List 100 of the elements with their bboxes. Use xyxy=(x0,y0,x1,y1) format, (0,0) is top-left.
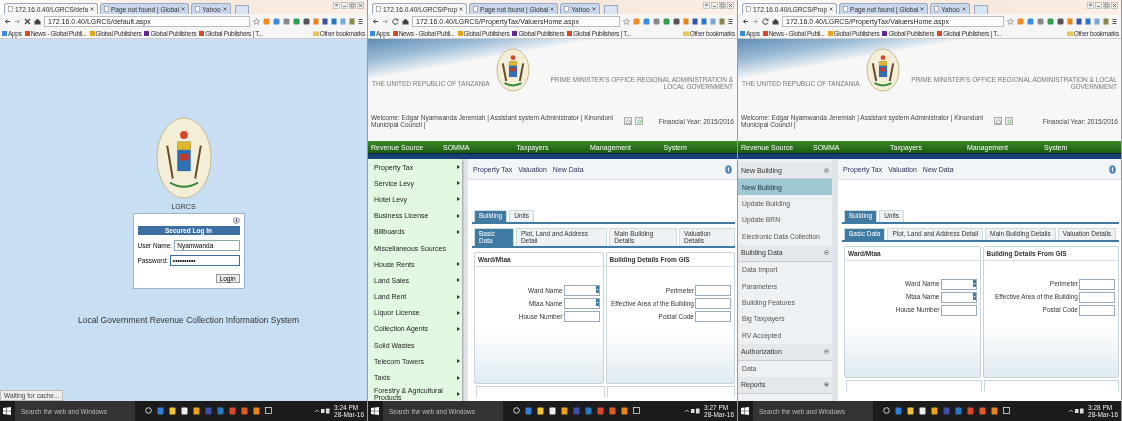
menu-icon[interactable] xyxy=(358,17,363,25)
window-icon[interactable] xyxy=(633,407,640,414)
close-icon[interactable] xyxy=(1111,2,1118,9)
bookmark-icon xyxy=(827,30,833,36)
minimize-icon[interactable] xyxy=(341,2,348,9)
bookmark-icon xyxy=(882,30,888,36)
page-icon xyxy=(934,6,940,12)
page-icon xyxy=(8,6,13,12)
close-icon[interactable] xyxy=(90,7,94,11)
reload-icon[interactable] xyxy=(392,17,399,25)
stop-icon[interactable] xyxy=(24,17,31,25)
dropdown-field[interactable] xyxy=(940,278,977,290)
help-icon[interactable] xyxy=(1109,164,1116,174)
settings-button[interactable] xyxy=(1005,117,1013,125)
close-icon[interactable] xyxy=(181,7,186,11)
minimize-icon[interactable] xyxy=(1095,2,1102,9)
close-icon[interactable] xyxy=(829,7,834,11)
back-icon[interactable] xyxy=(4,17,11,25)
tray-icon[interactable] xyxy=(1068,408,1084,414)
user-icon[interactable] xyxy=(333,2,340,9)
close-icon[interactable] xyxy=(727,2,734,9)
close-icon[interactable] xyxy=(550,7,555,11)
bookmark-icon xyxy=(937,30,943,36)
minimize-icon[interactable] xyxy=(711,2,718,9)
windows-logo-icon[interactable] xyxy=(741,407,749,415)
user-icon[interactable] xyxy=(703,2,710,9)
input-field[interactable] xyxy=(563,311,600,323)
maximize-icon[interactable] xyxy=(719,2,726,9)
home-button[interactable] xyxy=(624,117,632,125)
input-field[interactable] xyxy=(695,285,731,297)
close-icon[interactable] xyxy=(961,7,966,11)
bookmark-icon xyxy=(392,30,398,36)
expand-icon[interactable] xyxy=(824,382,829,388)
collapse-icon[interactable] xyxy=(824,349,829,354)
dropdown-field[interactable] xyxy=(563,298,600,310)
home-icon[interactable] xyxy=(34,17,41,25)
tray-icon[interactable] xyxy=(314,408,330,414)
window-icon[interactable] xyxy=(265,407,272,414)
window-icon[interactable] xyxy=(1003,407,1010,414)
close-icon[interactable] xyxy=(591,7,596,11)
help-icon[interactable] xyxy=(232,217,240,224)
dropdown-arrow-icon xyxy=(972,292,976,300)
grid-icon xyxy=(370,30,375,36)
maximize-icon[interactable] xyxy=(1103,2,1110,9)
menu-icon[interactable] xyxy=(1112,17,1117,25)
close-icon[interactable] xyxy=(357,2,364,9)
new-tab-button[interactable] xyxy=(603,5,618,14)
task-view-icon[interactable] xyxy=(145,407,152,414)
folder-icon xyxy=(312,30,319,36)
input-field[interactable] xyxy=(695,311,731,323)
input-field[interactable] xyxy=(940,304,977,316)
page-icon xyxy=(195,6,201,12)
home-icon xyxy=(995,118,1001,124)
home-icon xyxy=(625,118,631,124)
page-icon xyxy=(104,6,109,12)
system-title: Local Government Revenue Collection Information System xyxy=(77,315,300,325)
star-icon[interactable] xyxy=(1007,17,1014,25)
back-icon[interactable] xyxy=(372,17,379,25)
back-icon[interactable] xyxy=(742,17,749,25)
bookmark-icon xyxy=(512,30,518,36)
close-icon[interactable] xyxy=(222,7,227,11)
new-tab-button[interactable] xyxy=(973,5,988,14)
collapse-icon[interactable] xyxy=(824,167,829,173)
emblem-drawing xyxy=(865,48,900,92)
collapse-icon[interactable] xyxy=(824,250,829,256)
task-view-icon[interactable] xyxy=(883,407,890,414)
settings-button[interactable] xyxy=(635,117,643,125)
menu-icon[interactable] xyxy=(728,17,733,25)
input-field[interactable] xyxy=(695,298,731,310)
page-icon xyxy=(746,6,751,12)
windows-logo-icon[interactable] xyxy=(3,407,11,415)
dropdown-field[interactable] xyxy=(940,291,977,303)
new-tab-button[interactable] xyxy=(234,5,249,14)
reload-icon[interactable] xyxy=(762,17,769,25)
task-view-icon[interactable] xyxy=(513,407,520,414)
settings-icon xyxy=(1006,118,1012,124)
bookmark-icon xyxy=(144,30,150,36)
star-icon[interactable] xyxy=(623,17,630,25)
bookmark-icon xyxy=(457,30,463,36)
page-icon xyxy=(376,6,381,12)
input-field[interactable] xyxy=(1079,278,1115,290)
windows-logo-icon[interactable] xyxy=(371,407,379,415)
dropdown-field[interactable] xyxy=(563,285,600,297)
home-icon[interactable] xyxy=(402,17,409,25)
close-icon[interactable] xyxy=(459,7,464,11)
folder-icon xyxy=(682,30,689,36)
tray-icon[interactable] xyxy=(684,408,700,414)
bookmark-icon xyxy=(567,30,573,36)
maximize-icon[interactable] xyxy=(349,2,356,9)
home-button[interactable] xyxy=(994,117,1002,125)
page-icon xyxy=(473,6,479,12)
close-icon[interactable] xyxy=(920,7,925,11)
user-icon[interactable] xyxy=(1087,2,1094,9)
star-icon[interactable] xyxy=(253,17,260,25)
input-field[interactable] xyxy=(1079,304,1115,316)
emblem-drawing xyxy=(495,48,530,92)
page-icon xyxy=(564,6,570,12)
input-field[interactable] xyxy=(1079,291,1115,303)
home-icon[interactable] xyxy=(772,17,779,25)
help-icon[interactable] xyxy=(725,164,732,174)
